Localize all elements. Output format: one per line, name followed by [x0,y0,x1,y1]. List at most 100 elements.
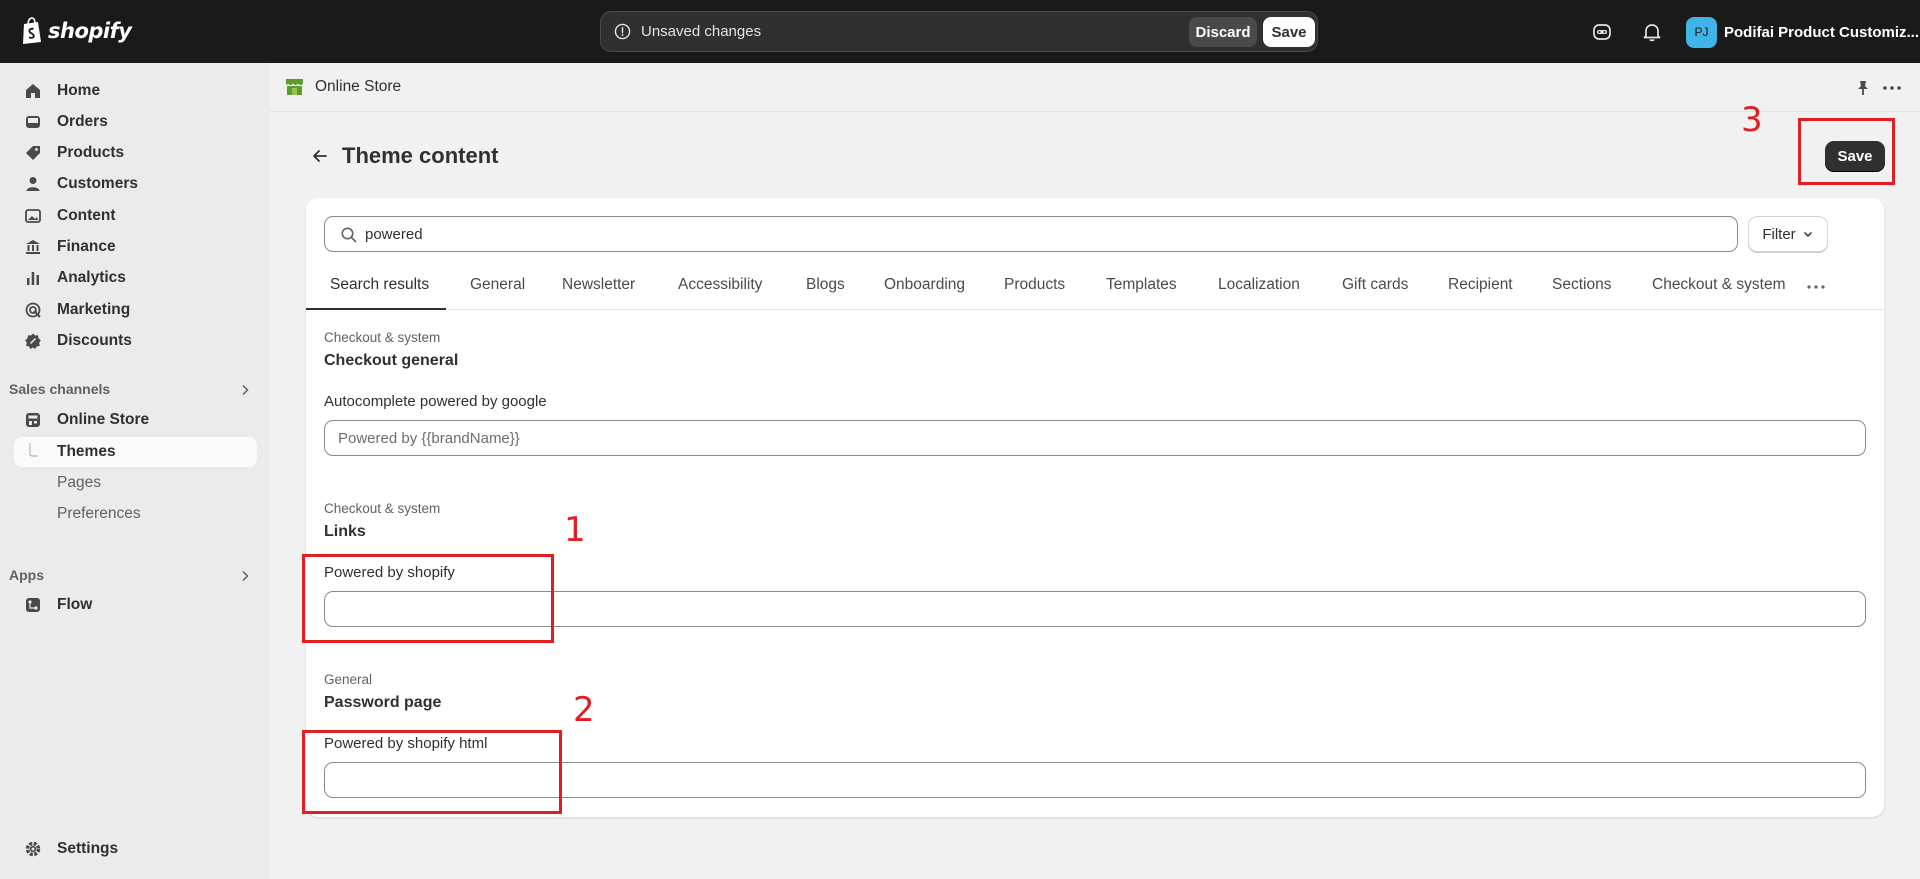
sidebar-item-label: Analytics [57,269,126,286]
store-name: Podifai Product Customiz... [1724,23,1920,41]
store-icon [26,413,40,427]
tab-blogs[interactable]: Blogs [806,268,845,310]
sidebar-item-label: Marketing [57,301,131,318]
sidebar-item-orders[interactable]: Orders [14,107,257,137]
online-store-icon [286,79,303,95]
search-icon [341,227,357,243]
sidebar-item-label: Discounts [57,332,132,349]
avatar: PJ [1686,16,1717,48]
sidebar-item-label: Online Store [57,411,150,428]
home-icon [26,84,40,98]
group-category: Checkout & system [324,330,441,345]
sidebar-item-label: Settings [57,840,119,857]
tab-accessibility[interactable]: Accessibility [678,268,762,310]
tab-search-results[interactable]: Search results [306,268,446,310]
sidekick-icon[interactable] [1591,21,1613,43]
unsaved-changes-text: Unsaved changes [641,23,762,40]
chevron-right-icon[interactable] [238,383,252,397]
tree-connector-icon [29,443,38,457]
sidebar-item-label: Orders [57,113,108,130]
more-horizontal-icon[interactable] [1882,79,1902,97]
target-icon [25,302,41,318]
tab-gift-cards[interactable]: Gift cards [1342,268,1408,310]
sidebar-item-flow[interactable]: Flow [14,590,257,620]
sidebar-item-marketing[interactable]: Marketing [14,295,257,325]
tab-onboarding[interactable]: Onboarding [884,268,965,310]
annotation-box-1 [302,554,554,643]
sidebar-item-label: Flow [57,596,93,613]
annotation-box-2 [302,730,562,814]
sidebar-item-label: Finance [57,238,116,255]
chevron-down-icon [1803,231,1812,238]
image-icon [25,209,41,223]
search-input[interactable] [365,223,1725,245]
discount-icon [25,333,41,349]
tab-checkout-system[interactable]: Checkout & system [1652,268,1786,310]
sidebar-item-preferences[interactable]: Preferences [14,499,257,529]
sidebar: Home Orders Products Customers Content F… [0,63,270,879]
sidebar-item-label: Home [57,82,101,99]
more-tabs-icon[interactable] [1806,280,1826,294]
field-label: Autocomplete powered by google [324,393,547,410]
sidebar-item-home[interactable]: Home [14,76,257,106]
filter-button[interactable]: Filter [1748,216,1828,252]
breadcrumb[interactable]: Online Store [315,78,401,96]
back-arrow-icon[interactable] [310,146,330,166]
tag-icon [26,146,40,160]
chevron-right-icon[interactable] [238,569,252,583]
person-icon [26,177,40,191]
group-title: Links [324,523,366,540]
sales-channels-heading: Sales channels [9,381,111,397]
bar-chart-icon [27,272,39,285]
sidebar-item-online-store[interactable]: Online Store [14,405,257,435]
autocomplete-powered-by-google-input[interactable] [324,420,1866,456]
sidebar-item-pages[interactable]: Pages [14,468,257,498]
sidebar-item-discounts[interactable]: Discounts [14,326,257,356]
group-title: Checkout general [324,352,459,369]
tab-products[interactable]: Products [1004,268,1065,310]
annotation-number-3: 3 [1741,100,1763,140]
discard-button[interactable]: Discard [1189,17,1257,47]
group-category: General [324,672,373,687]
top-save-button[interactable]: Save [1263,17,1315,47]
sidebar-item-label: Customers [57,175,138,192]
page-title: Theme content [342,143,499,168]
logo-text: shopify [48,19,132,43]
sidebar-item-finance[interactable]: Finance [14,232,257,262]
bell-icon[interactable] [1641,21,1663,43]
sidebar-item-settings[interactable]: Settings [14,834,257,864]
sidebar-item-label: Preferences [57,505,141,522]
annotation-number-2: 2 [573,690,595,730]
top-bar: shopify Unsaved changes Discard Save PJ … [0,0,1920,63]
flow-icon [26,598,40,612]
tab-templates[interactable]: Templates [1106,268,1177,310]
tab-newsletter[interactable]: Newsletter [562,268,635,310]
sidebar-item-content[interactable]: Content [14,201,257,231]
tab-general[interactable]: General [470,268,525,310]
gear-icon [25,841,41,857]
sidebar-item-themes[interactable]: Themes [14,437,257,467]
powered-by-shopify-input[interactable] [324,591,1866,627]
sidebar-item-label: Content [57,207,116,224]
unsaved-changes-bar: Unsaved changes Discard Save [600,11,1318,52]
annotation-number-1: 1 [564,510,586,550]
filter-label: Filter [1762,225,1796,243]
sidebar-item-customers[interactable]: Customers [14,169,257,199]
sidebar-item-analytics[interactable]: Analytics [14,263,257,293]
pin-icon[interactable] [1854,79,1872,97]
tab-bar: Search results General Newsletter Access… [306,268,1884,310]
alert-circle-icon [614,23,631,40]
app-header: Online Store [270,63,1920,112]
account-menu[interactable]: PJ Podifai Product Customiz... [1686,16,1920,48]
tab-sections[interactable]: Sections [1552,268,1611,310]
sidebar-item-products[interactable]: Products [14,138,257,168]
group-title: Password page [324,694,442,711]
search-field[interactable] [324,216,1738,252]
tab-recipient[interactable]: Recipient [1448,268,1513,310]
apps-heading: Apps [9,567,44,583]
shopify-logo[interactable]: shopify [20,16,132,46]
bank-icon [26,240,40,254]
tab-localization[interactable]: Localization [1218,268,1300,310]
